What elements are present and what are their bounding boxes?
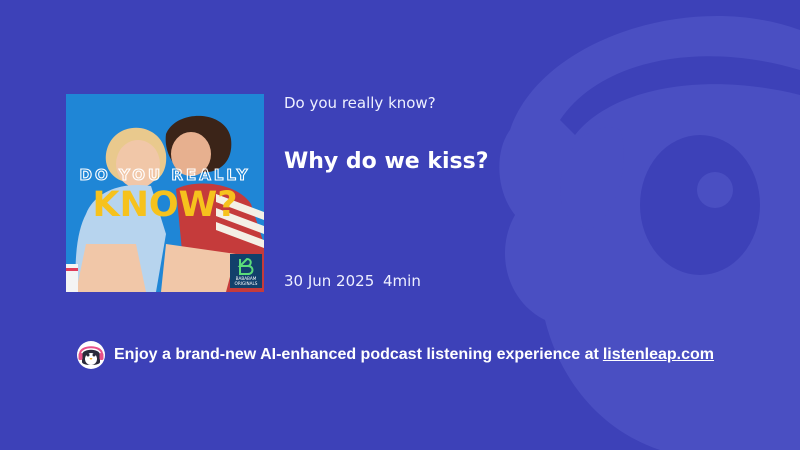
- promo-text: Enjoy a brand-new AI-enhanced podcast li…: [114, 346, 599, 363]
- show-title[interactable]: Do you really know?: [284, 94, 436, 112]
- episode-title: Why do we kiss?: [284, 149, 489, 174]
- podcast-cover-art[interactable]: DO YOU REALLY KNOW? BABABAM ORIGINALS: [66, 94, 264, 292]
- badge-line2: ORIGINALS: [235, 281, 258, 286]
- cover-title-line2: KNOW?: [92, 185, 237, 225]
- listenleap-link[interactable]: listenleap.com: [603, 346, 714, 364]
- cover-title-line1: DO YOU REALLY: [80, 166, 251, 184]
- promo-banner: Enjoy a brand-new AI-enhanced podcast li…: [76, 340, 714, 370]
- episode-duration: 4min: [383, 272, 421, 290]
- episode-date: 30 Jun 2025: [284, 272, 375, 290]
- penguin-headphones-icon: [77, 341, 105, 369]
- episode-meta: 30 Jun 2025 4min: [284, 272, 421, 290]
